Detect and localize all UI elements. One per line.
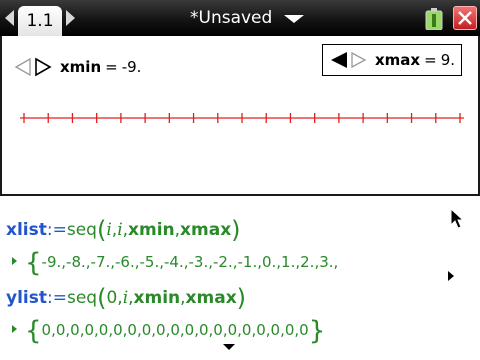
title-bar: 1.1 *Unsaved [0,0,480,36]
xlist-definition[interactable]: xlist:=seq(i,i,xmin,xmax) [6,216,241,244]
graph-panel[interactable]: xmin = -9. xmax = 9. [0,36,480,196]
result-arrow-icon [12,257,17,265]
xmax-value: 9. [440,51,455,69]
ylist-arg-high: xmax [185,288,237,308]
ylist-result-values: 0,0,0,0,0,0,0,0,0,0,0,0,0,0,0,0,0,0,0 [41,321,309,339]
tab-1-1[interactable]: 1.1 [18,6,62,36]
xlist-arg-high: xmax [180,220,232,240]
xlist-arg-low: xmin [128,220,175,240]
xmin-eq: = [105,58,118,76]
xlist-result-values: -9.,-8.,-7.,-6.,-5.,-4.,-3.,-2.,-1.,0.,1… [41,253,339,271]
ylist-name: ylist [6,288,47,308]
xlist-assign: := [46,220,67,240]
calculator-panel[interactable]: xlist:=seq(i,i,xmin,xmax) {-9.,-8.,-7.,-… [0,196,480,360]
tab-next-icon[interactable] [66,10,75,26]
document-title-text: *Unsaved [190,8,273,28]
xlist-fn: seq [66,220,97,240]
scroll-right-icon[interactable] [448,271,454,281]
title-dropdown-icon[interactable] [284,15,305,23]
xmin-label: xmin [60,58,102,76]
xlist-name: xlist [6,220,47,240]
xmin-slider[interactable]: xmin = -9. [14,52,141,82]
xmax-eq: = [424,51,437,69]
scroll-down-icon[interactable] [223,344,235,350]
document-title[interactable]: *Unsaved [190,5,305,31]
ylist-assign: := [46,288,67,308]
ylist-fn: seq [66,288,98,308]
battery-icon [425,8,443,30]
close-icon[interactable] [453,6,477,30]
mouse-pointer-icon [450,208,464,229]
ylist-arg-expr: 0 [106,288,118,308]
result-arrow-icon [12,325,17,333]
xmax-label: xmax [375,51,421,69]
tab-prev-icon[interactable] [5,10,14,26]
xmin-value: -9. [121,58,142,76]
xmax-slider[interactable]: xmax = 9. [322,44,462,76]
slider-arrows-icon[interactable] [329,50,369,70]
ylist-result[interactable]: {0,0,0,0,0,0,0,0,0,0,0,0,0,0,0,0,0,0,0} [6,316,325,346]
xlist-result[interactable]: {-9.,-8.,-7.,-6.,-5.,-4.,-3.,-2.,-1.,0.,… [6,248,338,278]
ylist-arg-low: xmin [133,288,181,308]
ylist-definition[interactable]: ylist:=seq(0,i,xmin,xmax) [6,284,246,312]
number-line [20,113,464,123]
slider-arrows-icon[interactable] [14,57,54,77]
